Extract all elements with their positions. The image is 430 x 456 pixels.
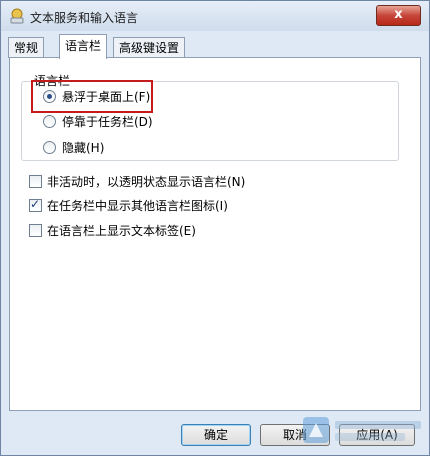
tab-advanced-key-settings[interactable]: 高级键设置 [113, 37, 186, 58]
checkbox-show-other-icons[interactable]: 在任务栏中显示其他语言栏图标(I) [29, 197, 228, 214]
checkbox-transparent-inactive[interactable]: 非活动时，以透明状态显示语言栏(N) [29, 173, 245, 190]
checkbox-label: 在语言栏上显示文本标签(E) [47, 224, 196, 238]
globe-keyboard-icon [10, 8, 24, 24]
checkbox-label: 在任务栏中显示其他语言栏图标(I) [47, 199, 228, 213]
checkbox[interactable] [29, 175, 42, 188]
checkbox[interactable] [29, 224, 42, 237]
radio-hidden[interactable]: 隐藏(H) [43, 139, 104, 156]
radio-dock-taskbar[interactable]: 停靠于任务栏(D) [43, 113, 153, 130]
radio-label: 隐藏(H) [62, 141, 105, 155]
tab-general[interactable]: 常规 [8, 37, 45, 58]
dialog-window: 文本服务和输入语言 x 常规 语言栏 高级键设置 语言栏 悬浮于桌面上(F) 停… [0, 0, 430, 456]
window-title: 文本服务和输入语言 [30, 11, 139, 25]
red-highlight-box [31, 80, 153, 113]
radio-button[interactable] [43, 115, 56, 128]
checkbox-checked[interactable] [29, 197, 42, 212]
checkbox-show-text-labels[interactable]: 在语言栏上显示文本标签(E) [29, 222, 196, 239]
radio-label: 停靠于任务栏(D) [62, 115, 153, 129]
close-button[interactable]: x [376, 5, 421, 26]
checkbox-label: 非活动时，以透明状态显示语言栏(N) [47, 175, 246, 189]
site-watermark-logo [303, 417, 421, 443]
tab-language-bar[interactable]: 语言栏 [59, 34, 108, 59]
ok-button[interactable]: 确定 [181, 424, 251, 446]
radio-button[interactable] [43, 141, 56, 154]
title-bar[interactable]: 文本服务和输入语言 x [1, 1, 429, 31]
